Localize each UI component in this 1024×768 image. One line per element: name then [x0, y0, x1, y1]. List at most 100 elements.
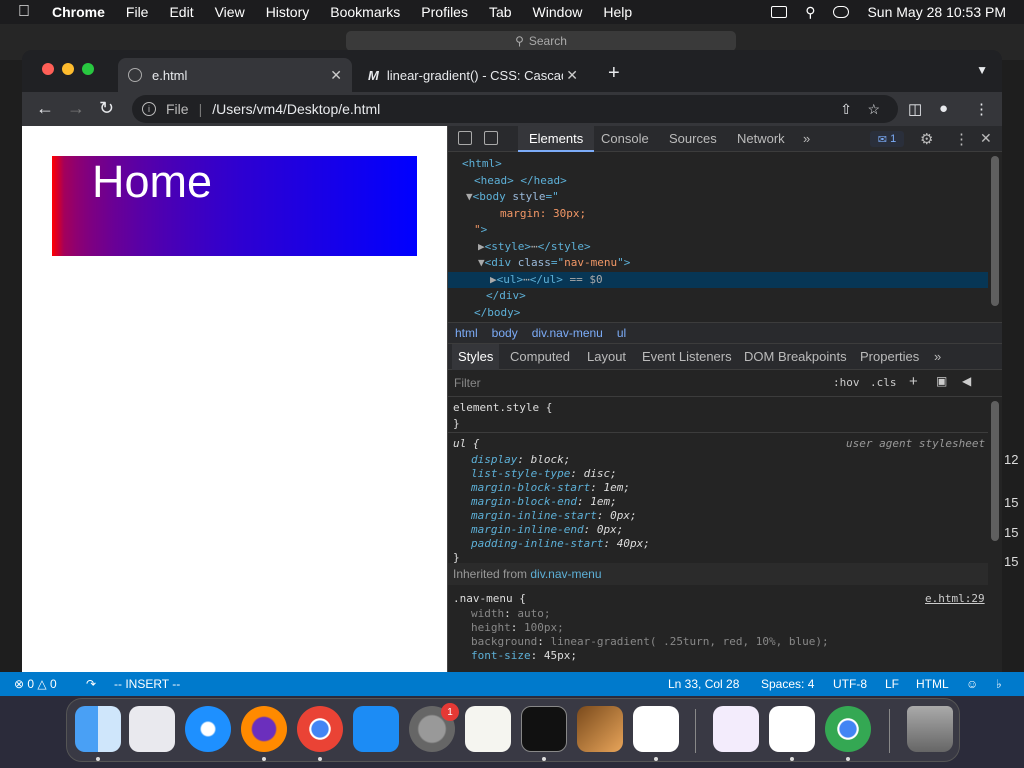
devtools-menu-icon[interactable]: ⋮: [954, 130, 969, 148]
feedback-icon[interactable]: ☺: [966, 677, 978, 691]
tab-e-html[interactable]: e.html ✕: [118, 58, 352, 92]
inspect-element-icon[interactable]: [458, 131, 472, 145]
paint-icon[interactable]: ▣: [936, 374, 947, 388]
chrome-icon[interactable]: [297, 706, 343, 752]
minimize-window-button[interactable]: [62, 63, 74, 75]
tab-console[interactable]: Console: [590, 126, 660, 152]
problems-indicator[interactable]: ⊗ 0 △ 0: [14, 677, 57, 691]
breadcrumb-body[interactable]: body: [492, 326, 518, 340]
finder-icon[interactable]: [75, 706, 121, 752]
styles-scrollbar[interactable]: [991, 401, 999, 541]
menu-help[interactable]: Help: [603, 4, 632, 20]
toggle-sidebar-icon[interactable]: ◀: [962, 374, 971, 388]
breadcrumb-html[interactable]: html: [455, 326, 478, 340]
app-store-icon[interactable]: [353, 706, 399, 752]
inherited-from-link[interactable]: div.nav-menu: [530, 567, 601, 581]
profile-avatar-icon[interactable]: ●: [939, 100, 948, 117]
menu-bookmarks[interactable]: Bookmarks: [330, 4, 400, 20]
tab-layout[interactable]: Layout: [581, 344, 632, 370]
tab-dom-breakpoints[interactable]: DOM Breakpoints: [738, 344, 853, 370]
dom-node-selected[interactable]: ▶<ul>⋯</ul> == $0: [448, 271, 988, 288]
indentation[interactable]: Spaces: 4: [761, 677, 814, 691]
cursor-position[interactable]: Ln 33, Col 28: [668, 677, 739, 691]
forward-arrow-icon[interactable]: →: [67, 98, 85, 119]
trash-icon[interactable]: [907, 706, 953, 752]
hov-toggle[interactable]: :hov: [833, 376, 860, 389]
dom-node[interactable]: </body>: [448, 305, 988, 321]
live-share-icon[interactable]: ↷: [86, 677, 96, 691]
side-panel-icon[interactable]: ◫: [908, 100, 922, 118]
spotlight-search-icon[interactable]: ⚲: [805, 4, 815, 21]
tab-computed[interactable]: Computed: [504, 344, 576, 370]
notifications-bell-icon[interactable]: ♭: [996, 677, 1002, 691]
menu-window[interactable]: Window: [533, 4, 583, 20]
cls-toggle[interactable]: .cls: [870, 376, 897, 389]
tab-linear-gradient[interactable]: M linear-gradient() - CSS: Cascad ✕: [358, 58, 588, 92]
close-devtools-icon[interactable]: ✕: [980, 130, 992, 147]
tab-event-listeners[interactable]: Event Listeners: [636, 344, 738, 370]
tab-properties[interactable]: Properties: [854, 344, 925, 370]
close-tab-icon[interactable]: ✕: [566, 67, 578, 84]
dom-node[interactable]: ▶<style>⋯</style>: [448, 239, 988, 255]
encoding[interactable]: UTF-8: [833, 677, 867, 691]
terminal-icon[interactable]: [521, 706, 567, 752]
apple-logo-icon[interactable]: : [18, 3, 36, 21]
zoom-window-button[interactable]: [82, 63, 94, 75]
new-tab-button[interactable]: +: [608, 62, 620, 85]
line-ending[interactable]: LF: [885, 677, 899, 691]
freeform-icon[interactable]: [769, 706, 815, 752]
menu-edit[interactable]: Edit: [169, 4, 193, 20]
textedit-icon[interactable]: [465, 706, 511, 752]
menu-file[interactable]: File: [126, 4, 149, 20]
firefox-icon[interactable]: [241, 706, 287, 752]
more-tabs-chevron-icon[interactable]: »: [792, 126, 821, 152]
new-style-rule-icon[interactable]: +: [909, 373, 918, 390]
menu-history[interactable]: History: [266, 4, 310, 20]
dom-node[interactable]: ▼<div class="nav-menu">: [448, 255, 988, 271]
menu-app-name[interactable]: Chrome: [52, 4, 105, 20]
device-toolbar-icon[interactable]: [484, 131, 498, 145]
dom-node[interactable]: </div>: [448, 288, 988, 304]
more-subtabs-chevron-icon[interactable]: »: [928, 344, 947, 370]
garageband-icon[interactable]: [577, 706, 623, 752]
launchpad-icon[interactable]: [129, 706, 175, 752]
close-tab-icon[interactable]: ✕: [330, 67, 342, 84]
close-window-button[interactable]: [42, 63, 54, 75]
chrome-alt-icon[interactable]: [825, 706, 871, 752]
screen-mirroring-icon[interactable]: [771, 6, 788, 18]
menu-view[interactable]: View: [215, 4, 245, 20]
dom-tree-scrollbar[interactable]: [991, 156, 999, 306]
control-center-icon[interactable]: [833, 6, 850, 18]
dom-node[interactable]: <head> </head>: [448, 173, 988, 189]
background-search-field[interactable]: ⚲ Search: [346, 31, 736, 51]
chrome-menu-icon[interactable]: ⋮: [974, 100, 989, 118]
tab-search-chevron-icon[interactable]: ▼: [976, 63, 988, 77]
settings-gear-icon[interactable]: ⚙: [920, 130, 933, 148]
tab-styles[interactable]: Styles: [452, 344, 500, 370]
issues-badge[interactable]: ✉ 1: [870, 131, 904, 147]
dom-node[interactable]: </html>: [448, 321, 988, 322]
reload-icon[interactable]: ↻: [99, 98, 114, 119]
dom-node[interactable]: <html>: [448, 156, 988, 172]
filter-input[interactable]: Filter: [454, 376, 481, 390]
menu-profiles[interactable]: Profiles: [421, 4, 468, 20]
menu-tab[interactable]: Tab: [489, 4, 512, 20]
site-info-icon[interactable]: i: [142, 102, 156, 116]
dom-node[interactable]: margin: 30px;: [448, 206, 988, 222]
address-bar[interactable]: i File | /Users/vm4/Desktop/e.html ⇧ ☆: [132, 95, 898, 123]
source-link[interactable]: e.html:29: [925, 592, 985, 605]
share-icon[interactable]: ⇧: [840, 101, 852, 118]
tab-network[interactable]: Network: [726, 126, 796, 152]
breadcrumb-div-nav-menu[interactable]: div.nav-menu: [532, 326, 603, 340]
dom-node[interactable]: ">: [448, 222, 988, 238]
visual-studio-icon[interactable]: [713, 706, 759, 752]
vscode-icon[interactable]: [633, 706, 679, 752]
nav-home-text[interactable]: Home: [92, 156, 212, 208]
tab-sources[interactable]: Sources: [658, 126, 728, 152]
back-arrow-icon[interactable]: ←: [36, 98, 54, 119]
language-mode[interactable]: HTML: [916, 677, 949, 691]
tab-elements[interactable]: Elements: [518, 126, 595, 152]
bookmark-star-icon[interactable]: ☆: [867, 101, 880, 118]
url-text[interactable]: /Users/vm4/Desktop/e.html: [212, 101, 380, 117]
breadcrumb-ul[interactable]: ul: [617, 326, 626, 340]
